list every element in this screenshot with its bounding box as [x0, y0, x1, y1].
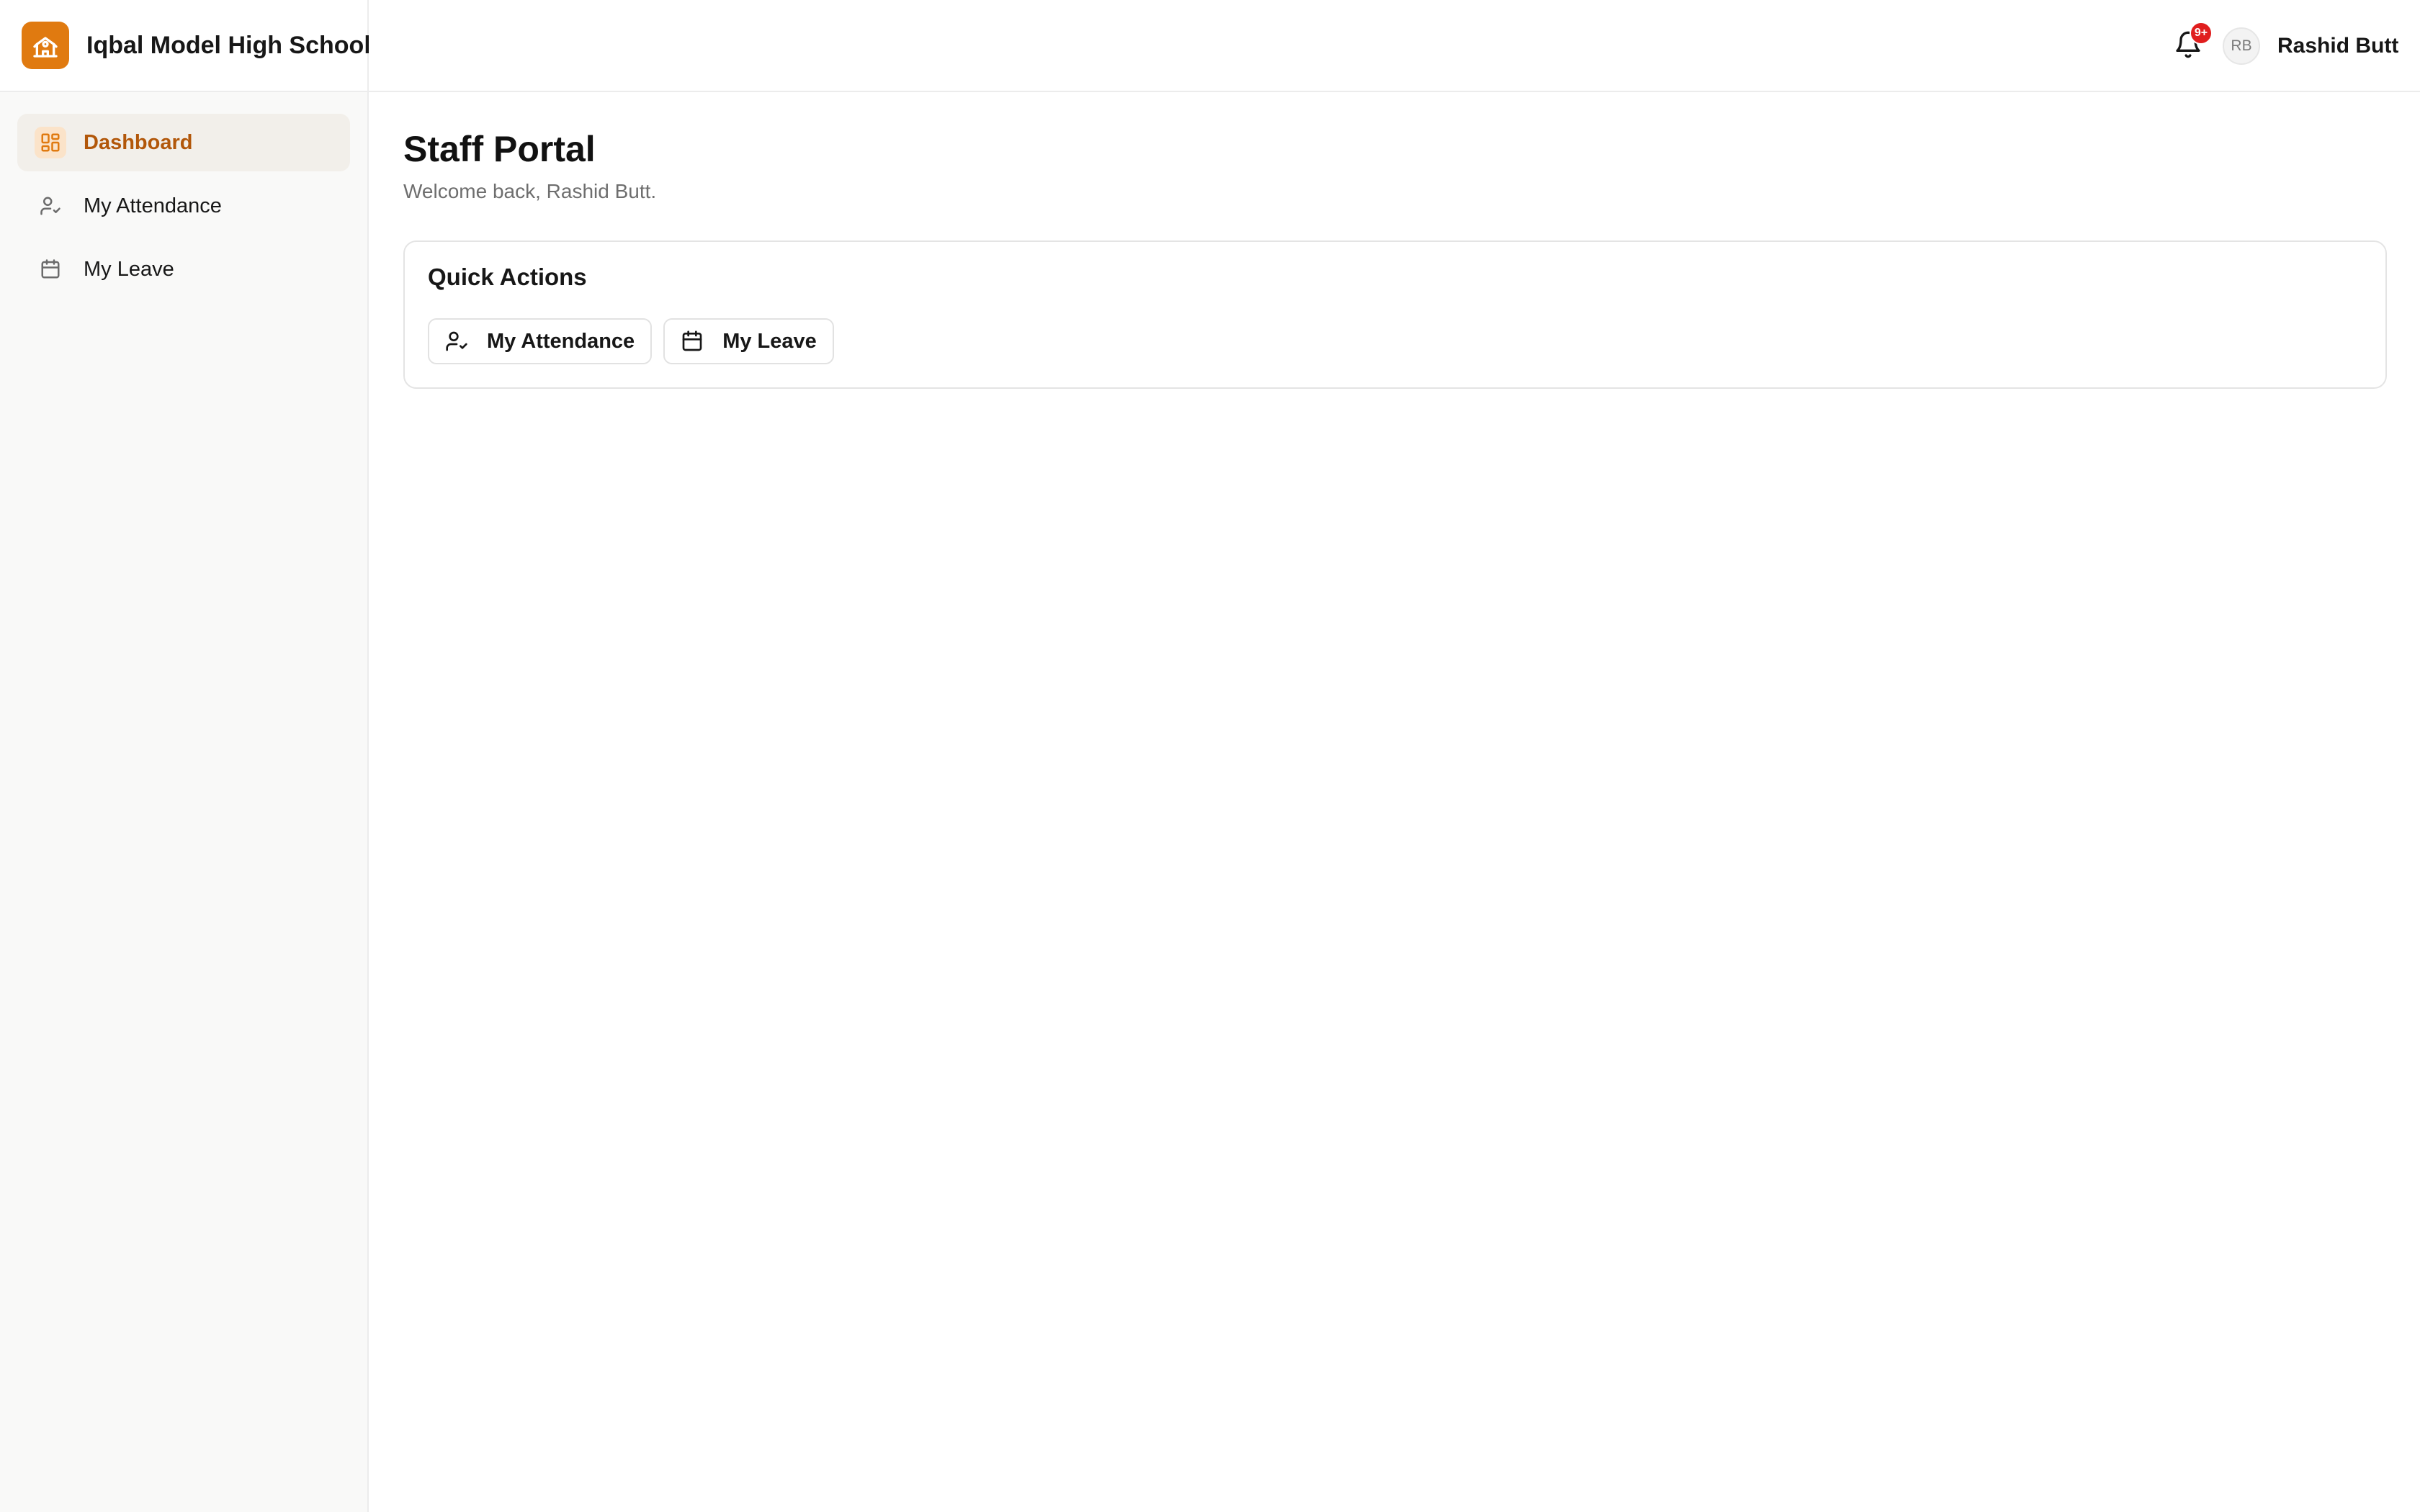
calendar-icon — [679, 328, 705, 354]
avatar: RB — [2223, 27, 2260, 65]
sidebar-nav: Dashboard My Attendance My Leave — [0, 92, 367, 298]
sidebar-item-label: My Leave — [84, 257, 174, 281]
page-title: Staff Portal — [403, 129, 596, 169]
top-bar: 9+ RB Rashid Butt — [369, 0, 2420, 92]
user-name: Rashid Butt — [2277, 34, 2399, 58]
user-check-icon — [35, 190, 66, 222]
welcome-message: Welcome back, Rashid Butt. — [403, 180, 657, 202]
quick-action-my-leave-button[interactable]: My Leave — [663, 318, 834, 364]
quick-actions-card: Quick Actions My Attendance My Leave — [403, 240, 2387, 389]
sidebar-item-label: Dashboard — [84, 130, 193, 154]
notifications-button[interactable]: 9+ — [2168, 22, 2213, 66]
sidebar: Iqbal Model High School Dashboard My Att… — [0, 0, 371, 1512]
calendar-icon — [35, 253, 66, 285]
school-name: Iqbal Model High School — [86, 31, 371, 59]
app-root: Iqbal Model High School Dashboard My Att… — [0, 0, 2420, 1512]
quick-actions-title: Quick Actions — [428, 264, 587, 290]
sidebar-item-label: My Attendance — [84, 194, 222, 217]
notification-badge: 9+ — [2190, 22, 2213, 45]
sidebar-item-my-attendance[interactable]: My Attendance — [17, 177, 350, 235]
quick-action-label: My Attendance — [487, 329, 635, 353]
main-content: Staff Portal Welcome back, Rashid Butt. … — [369, 92, 2420, 1512]
quick-actions-row: My Attendance My Leave — [428, 318, 834, 364]
dashboard-grid-icon — [35, 127, 66, 158]
brand[interactable]: Iqbal Model High School — [0, 0, 371, 92]
sidebar-item-my-leave[interactable]: My Leave — [17, 240, 350, 298]
quick-action-my-attendance-button[interactable]: My Attendance — [428, 318, 653, 364]
sidebar-item-dashboard[interactable]: Dashboard — [17, 114, 350, 171]
quick-action-label: My Leave — [722, 329, 817, 353]
school-icon — [22, 22, 69, 69]
user-check-icon — [444, 328, 470, 354]
user-menu[interactable]: RB Rashid Butt — [2223, 27, 2398, 65]
